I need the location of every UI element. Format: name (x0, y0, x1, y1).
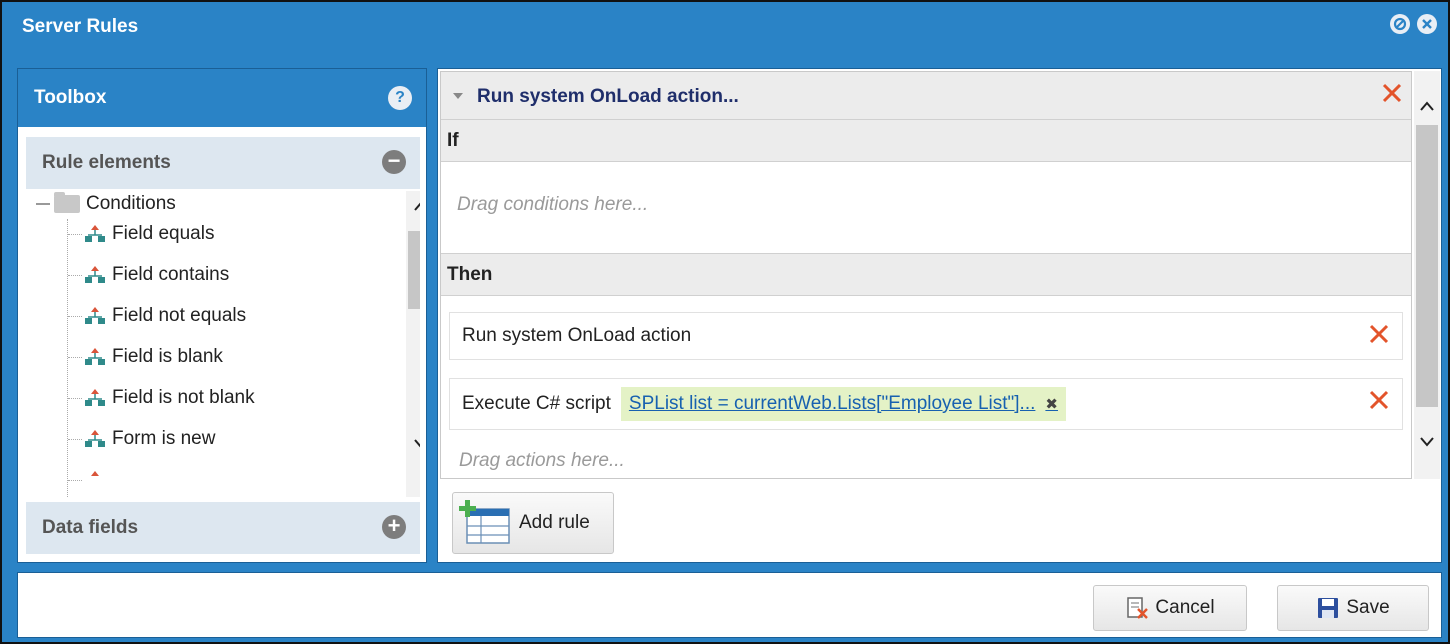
tree-connector (68, 479, 82, 481)
tree-item-field-equals[interactable]: Field equals (68, 221, 214, 247)
title-bar: Server Rules (2, 2, 1448, 52)
script-chip[interactable]: SPList list = currentWeb.Lists["Employee… (620, 387, 1066, 421)
tree-item-label: Field not equals (112, 305, 247, 326)
scroll-up-icon[interactable] (413, 199, 420, 213)
collapse-caret-icon[interactable] (453, 93, 463, 99)
cancel-icon (1127, 597, 1149, 619)
scroll-thumb[interactable] (408, 231, 420, 309)
save-label: Save (1346, 597, 1390, 618)
help-icon[interactable]: ? (388, 86, 412, 110)
conditions-drop-zone[interactable]: Drag conditions here... (441, 162, 1411, 254)
data-fields-label: Data fields (42, 517, 139, 538)
delete-rule-icon[interactable] (1381, 82, 1403, 104)
condition-icon (85, 307, 105, 324)
tree-item-partial[interactable] (68, 467, 112, 493)
script-link[interactable]: SPList list = currentWeb.Lists["Employee… (629, 393, 1036, 415)
tree-item-label: Field contains (112, 264, 230, 285)
dialog-title: Server Rules (22, 16, 139, 37)
action-label: Execute C# script (462, 393, 611, 414)
rule-elements-label: Rule elements (42, 152, 171, 173)
tree-item-field-is-blank[interactable]: Field is blank (68, 344, 223, 370)
tree-connector (68, 438, 82, 440)
rule-elements-tree: Conditions Field equals Field contains F… (26, 191, 420, 497)
cancel-label: Cancel (1155, 597, 1215, 618)
cancel-button[interactable]: Cancel (1093, 585, 1247, 631)
add-rule-button[interactable]: Add rule (452, 492, 614, 554)
tree-item-field-contains[interactable]: Field contains (68, 262, 229, 288)
tree-item-label: Field is blank (112, 346, 223, 367)
toolbox-scrollbar[interactable] (406, 191, 420, 497)
tree-item-form-is-new[interactable]: Form is new (68, 426, 215, 452)
action-row[interactable]: Execute C# script SPList list = currentW… (449, 378, 1403, 430)
condition-icon (85, 225, 105, 242)
remove-chip-icon[interactable]: ✖ (1045, 395, 1058, 413)
scroll-down-icon[interactable] (1419, 435, 1435, 449)
tree-connector (68, 233, 82, 235)
tree-connector (68, 356, 82, 358)
condition-icon (91, 471, 99, 476)
rule-title: Run system OnLoad action... (477, 86, 739, 107)
delete-action-icon[interactable] (1368, 323, 1390, 345)
add-rule-icon (459, 500, 510, 544)
tree-node-conditions[interactable]: Conditions (36, 192, 176, 215)
condition-icon (85, 266, 105, 283)
tree-item-field-is-not-blank[interactable]: Field is not blank (68, 385, 255, 411)
tree-node-label: Conditions (86, 193, 176, 214)
condition-icon (85, 430, 105, 447)
data-fields-header[interactable]: Data fields + (26, 502, 420, 554)
delete-action-icon[interactable] (1368, 389, 1390, 411)
scroll-up-icon[interactable] (1419, 99, 1435, 113)
scroll-down-icon[interactable] (413, 437, 420, 451)
toolbox-header: Toolbox ? (18, 69, 426, 127)
collapse-icon[interactable]: − (382, 150, 406, 174)
toolbox-panel: Toolbox ? Rule elements − Conditions Fie… (17, 68, 427, 563)
expand-icon[interactable]: + (382, 515, 406, 539)
tree-item-label: Field equals (112, 223, 215, 244)
title-icons (1389, 13, 1438, 35)
add-rule-label: Add rule (519, 512, 590, 533)
actions-drop-zone[interactable]: Drag actions here... (459, 450, 625, 472)
settings-icon[interactable] (1389, 13, 1411, 35)
server-rules-dialog: Server Rules Toolbox ? Rule elements − C… (0, 0, 1450, 644)
dialog-footer: Cancel Save (17, 572, 1442, 638)
rule-header[interactable]: Run system OnLoad action... (441, 72, 1411, 120)
action-row[interactable]: Run system OnLoad action (449, 312, 1403, 360)
tree-item-label: Field is not blank (112, 387, 255, 408)
rules-editor: Run system OnLoad action... If Drag cond… (437, 68, 1442, 563)
tree-connector (68, 397, 82, 399)
tree-connector (68, 274, 82, 276)
if-header: If (441, 120, 1411, 162)
tree-connector (68, 315, 82, 317)
close-icon[interactable] (1416, 13, 1438, 35)
toolbox-title: Toolbox (34, 87, 107, 108)
action-label: Run system OnLoad action (462, 325, 692, 346)
folder-icon (54, 192, 80, 213)
condition-icon (85, 389, 105, 406)
tree-item-field-not-equals[interactable]: Field not equals (68, 303, 246, 329)
rules-scrollbar[interactable] (1414, 71, 1440, 479)
floppy-disk-icon (1318, 598, 1339, 618)
rule-card: Run system OnLoad action... If Drag cond… (440, 71, 1412, 479)
tree-collapse-icon[interactable] (36, 203, 50, 205)
save-button[interactable]: Save (1277, 585, 1429, 631)
condition-icon (85, 348, 105, 365)
scroll-thumb[interactable] (1416, 125, 1438, 407)
tree-item-label: Form is new (112, 428, 216, 449)
rule-elements-header[interactable]: Rule elements − (26, 137, 420, 189)
then-header: Then (441, 254, 1411, 296)
